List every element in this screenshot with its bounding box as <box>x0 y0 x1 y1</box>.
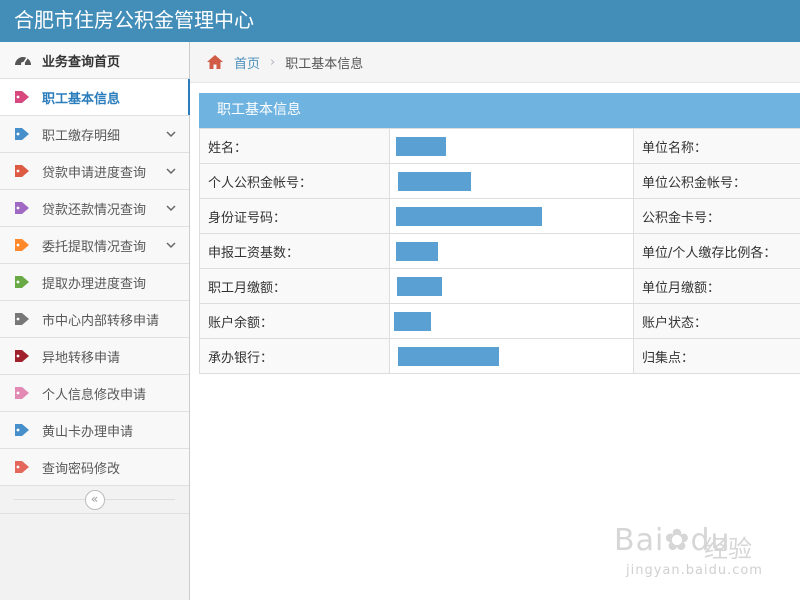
sidebar-item-label: 业务查询首页 <box>42 54 121 70</box>
sidebar-item-personal-info-change[interactable]: 个人信息修改申请 <box>0 375 189 412</box>
app-title: 合肥市住房公积金管理中心 <box>14 8 254 32</box>
tag-icon <box>14 164 32 178</box>
sidebar-item-withdrawal-progress[interactable]: 提取办理进度查询 <box>0 264 189 301</box>
sidebar-item-loan-repayment[interactable]: 贷款还款情况查询 <box>0 190 189 227</box>
field-value-bank <box>389 338 634 374</box>
employee-info-panel: 职工基本信息 姓名： 单位名称： 个人公积金帐号： 单位公积金帐号： 身份证号码… <box>199 93 800 374</box>
tag-icon <box>14 423 32 437</box>
tag-icon <box>14 312 32 326</box>
field-label: 归集点： <box>633 338 800 374</box>
sidebar-item-label: 委托提取情况查询 <box>42 239 147 255</box>
field-label: 账户状态： <box>633 303 800 339</box>
sidebar-item-entrusted-withdrawal[interactable]: 委托提取情况查询 <box>0 227 189 264</box>
field-label: 姓名： <box>199 128 390 164</box>
table-row: 姓名： 单位名称： <box>199 128 800 164</box>
field-value-name <box>389 128 634 164</box>
tag-icon <box>14 238 32 252</box>
table-row: 账户余额： 账户状态： <box>199 303 800 339</box>
sidebar-item-label: 职工缴存明细 <box>42 128 121 144</box>
field-label: 身份证号码： <box>199 198 390 234</box>
table-row: 职工月缴额： 单位月缴额： <box>199 268 800 304</box>
redaction-block <box>396 241 438 261</box>
field-label: 个人公积金帐号： <box>199 163 390 199</box>
chevron-down-icon[interactable] <box>165 202 177 214</box>
chevron-down-icon[interactable] <box>165 165 177 177</box>
sidebar-item-label: 贷款申请进度查询 <box>42 165 147 181</box>
redaction-block <box>398 346 499 366</box>
table-row: 身份证号码： 公积金卡号： <box>199 198 800 234</box>
sidebar-item-home[interactable]: 业务查询首页 <box>0 42 189 79</box>
sidebar-item-label: 个人信息修改申请 <box>42 387 147 403</box>
table-row: 个人公积金帐号： 单位公积金帐号： <box>199 163 800 199</box>
tag-icon <box>14 460 32 474</box>
tag-icon <box>14 201 32 215</box>
table-row: 申报工资基数： 单位/个人缴存比例各： <box>199 233 800 269</box>
sidebar-item-label: 异地转移申请 <box>42 350 121 366</box>
sidebar-item-employee-info[interactable]: 职工基本信息 <box>0 79 190 116</box>
baidu-jingyan-watermark: Bai✿du 经验 jingyan.baidu.com <box>612 515 792 595</box>
redaction-block <box>398 171 471 191</box>
top-navbar: 合肥市住房公积金管理中心 <box>0 0 800 42</box>
sidebar-item-label: 黄山卡办理申请 <box>42 424 134 440</box>
tag-icon <box>14 349 32 363</box>
watermark-url: jingyan.baidu.com <box>626 563 763 578</box>
redaction-block <box>397 276 442 296</box>
field-label: 单位公积金帐号： <box>633 163 800 199</box>
sidebar-item-label: 职工基本信息 <box>42 91 121 107</box>
field-label: 单位/个人缴存比例各： <box>633 233 800 269</box>
field-label: 公积金卡号： <box>633 198 800 234</box>
field-value-monthly-deposit <box>389 268 634 304</box>
sidebar-collapse-bar: « <box>0 486 189 514</box>
tag-icon <box>14 275 32 289</box>
sidebar-item-label: 提取办理进度查询 <box>42 276 147 292</box>
panel-title: 职工基本信息 <box>199 93 800 128</box>
redaction-block <box>396 206 542 226</box>
sidebar-collapse-button[interactable]: « <box>84 489 105 510</box>
breadcrumb: 首页 › 职工基本信息 <box>190 42 800 83</box>
paw-icon: ✿ <box>664 523 691 558</box>
field-label: 单位月缴额： <box>633 268 800 304</box>
field-label: 账户余额： <box>199 303 390 339</box>
chevron-down-icon[interactable] <box>165 128 177 140</box>
home-icon <box>206 54 224 70</box>
field-label: 单位名称： <box>633 128 800 164</box>
watermark-cn-text: 经验 <box>704 535 752 563</box>
field-value-id-number <box>389 198 634 234</box>
breadcrumb-home-link[interactable]: 首页 <box>234 53 260 72</box>
table-row: 承办银行： 归集点： <box>199 338 800 374</box>
tag-icon <box>14 386 32 400</box>
chevron-down-icon[interactable] <box>165 239 177 251</box>
sidebar-item-label: 查询密码修改 <box>42 461 121 477</box>
sidebar-item-password-change[interactable]: 查询密码修改 <box>0 449 189 486</box>
redaction-block <box>396 136 446 156</box>
field-value-account <box>389 163 634 199</box>
field-value-salary-base <box>389 233 634 269</box>
watermark-logo-text: Bai✿du <box>614 523 731 558</box>
redaction-block <box>394 311 431 331</box>
sidebar-item-internal-transfer[interactable]: 市中心内部转移申请 <box>0 301 189 338</box>
breadcrumb-current: 职工基本信息 <box>285 56 364 72</box>
sidebar-item-loan-progress[interactable]: 贷款申请进度查询 <box>0 153 189 190</box>
field-label: 承办银行： <box>199 338 390 374</box>
sidebar-item-label: 贷款还款情况查询 <box>42 202 147 218</box>
sidebar-item-deposit-details[interactable]: 职工缴存明细 <box>0 116 189 153</box>
sidebar-item-huangshan-card[interactable]: 黄山卡办理申请 <box>0 412 189 449</box>
field-label: 申报工资基数： <box>199 233 390 269</box>
field-value-balance <box>389 303 634 339</box>
employee-info-table: 姓名： 单位名称： 个人公积金帐号： 单位公积金帐号： 身份证号码： 公积金卡号… <box>199 128 800 374</box>
sidebar-item-label: 市中心内部转移申请 <box>42 313 160 329</box>
breadcrumb-separator: › <box>270 54 276 70</box>
sidebar-item-remote-transfer[interactable]: 异地转移申请 <box>0 338 189 375</box>
tag-icon <box>14 90 32 104</box>
dashboard-icon <box>14 53 32 67</box>
field-label: 职工月缴额： <box>199 268 390 304</box>
sidebar: 业务查询首页 职工基本信息 职工缴存明细 贷款申请进度查询 贷款还款情况查询 委… <box>0 42 190 600</box>
tag-icon <box>14 127 32 141</box>
